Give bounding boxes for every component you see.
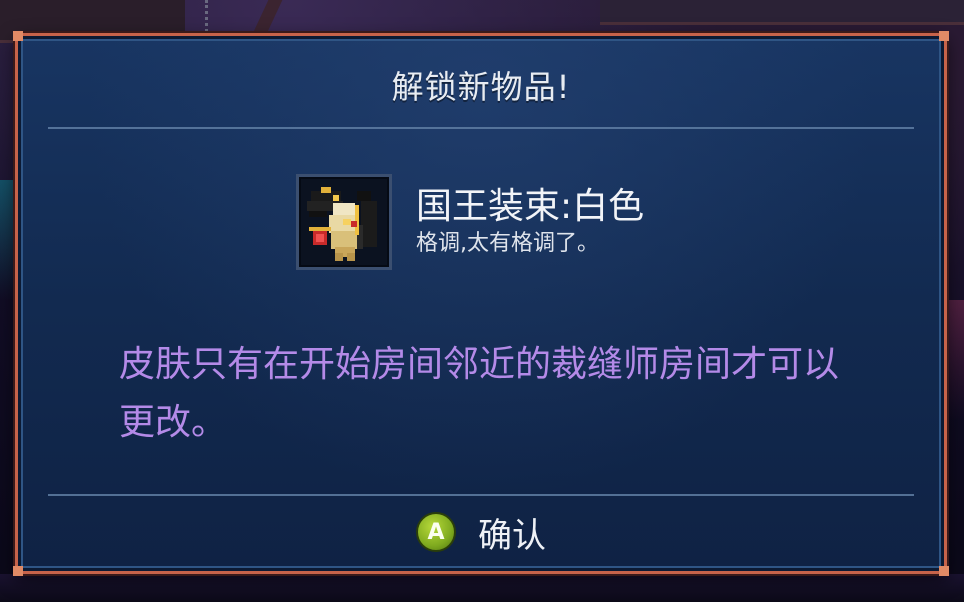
background-pipe	[251, 0, 283, 36]
background-beam	[600, 0, 964, 25]
background-floor	[0, 574, 964, 602]
unlock-dialog: 解锁新物品! 国王装束:白色 格调,太有格调了。 皮肤只有在开始房间邻近的裁缝师…	[13, 31, 949, 576]
divider	[48, 127, 914, 129]
a-button-icon: A	[416, 512, 456, 552]
item-description: 格调,太有格调了。	[416, 231, 599, 256]
king-outfit-white-icon	[296, 174, 392, 270]
dialog-title: 解锁新物品!	[391, 68, 571, 106]
confirm-button[interactable]: A 确认	[18, 506, 944, 558]
item-text: 国王装束:白色 格调,太有格调了。	[416, 185, 644, 259]
frame-corner	[939, 566, 949, 576]
confirm-label: 确认	[478, 515, 546, 556]
frame-corner	[13, 566, 23, 576]
divider	[48, 494, 914, 496]
frame-corner	[939, 31, 949, 41]
item-name: 国王装束:白色	[416, 186, 645, 227]
unlocked-item: 国王装束:白色 格调,太有格调了。	[296, 170, 644, 274]
info-message: 皮肤只有在开始房间邻近的裁缝师房间才可以更改。	[119, 344, 840, 443]
frame-corner	[13, 31, 23, 41]
background-glow	[946, 300, 964, 420]
background-chain	[205, 0, 218, 32]
